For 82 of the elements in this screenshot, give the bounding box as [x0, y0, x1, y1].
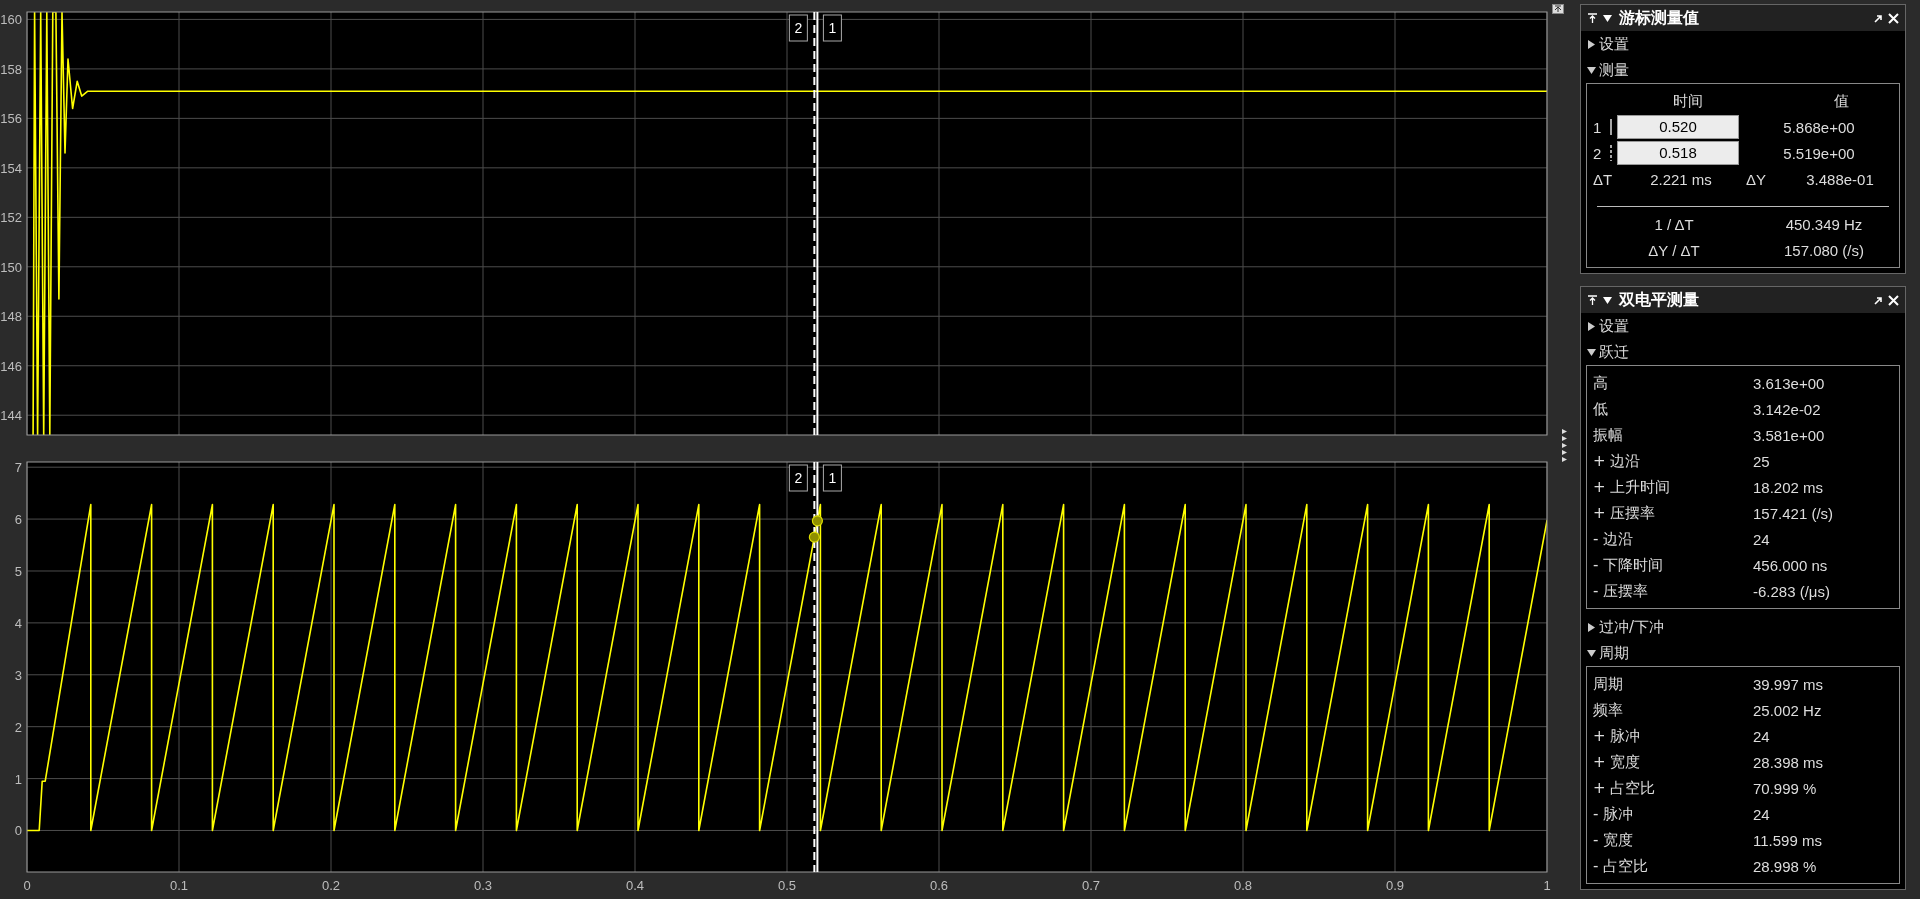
- tick-label: 0: [23, 878, 31, 893]
- tick-label: 0.2: [321, 878, 341, 893]
- tick-label: 5: [14, 564, 22, 579]
- measurement-value: 25.002 Hz: [1753, 701, 1823, 719]
- tick-label: 0.8: [1233, 878, 1253, 893]
- row-label: - 宽度: [1593, 830, 1635, 850]
- tick-label: 152: [0, 210, 22, 226]
- measurement-value: 2.221 ms: [1649, 170, 1713, 188]
- row-label: ΔY / ΔT: [1647, 241, 1701, 259]
- tick-label: 158: [0, 61, 22, 77]
- tick-label: 6: [14, 512, 22, 528]
- column-header: 值: [1832, 91, 1850, 111]
- measurement-value: 18.202 ms: [1753, 478, 1825, 496]
- tick-label: 0.1: [169, 878, 189, 893]
- tick-label: 0.9: [1385, 878, 1405, 893]
- row-label: ΔY: [1745, 170, 1767, 188]
- measurement-value: 39.997 ms: [1753, 675, 1825, 693]
- tick-label: 0.7: [1081, 878, 1101, 893]
- row-label: + 上升时间: [1593, 477, 1672, 497]
- tick-label: 0.3: [473, 878, 493, 893]
- measurement-value: 3.613e+00: [1753, 374, 1826, 392]
- row-label: 高: [1593, 373, 1609, 393]
- cursor-label: 2: [788, 14, 808, 42]
- tick-label: 150: [0, 259, 22, 275]
- tick-label: 154: [0, 160, 22, 176]
- tick-label: 0: [14, 823, 22, 839]
- measurement-value: 450.349 Hz: [1784, 215, 1864, 233]
- cursor-label: 1: [822, 464, 842, 492]
- tick-label: 3: [14, 667, 22, 683]
- tick-label: 7: [14, 460, 22, 476]
- row-label: + 边沿: [1593, 451, 1642, 471]
- row-label: + 脉冲: [1593, 726, 1642, 746]
- row-label: 周期: [1593, 674, 1624, 694]
- measurement-value: 24: [1753, 727, 1771, 745]
- tick-label: 1: [14, 771, 22, 787]
- measurement-value: 24: [1753, 530, 1771, 548]
- tick-label: 160: [0, 12, 22, 28]
- measurement-value: 3.142e-02: [1753, 400, 1822, 418]
- measurement-value: 157.421 (/s): [1753, 504, 1835, 522]
- row-label: - 压摆率: [1593, 581, 1650, 601]
- cursor-label: 2: [788, 464, 808, 492]
- panel-title: 双电平测量: [1619, 289, 1700, 311]
- measurement-value: 28.398 ms: [1753, 753, 1825, 771]
- tick-label: 0.6: [929, 878, 949, 893]
- measurement-value: 25: [1753, 452, 1771, 470]
- row-label: - 下降时间: [1593, 555, 1665, 575]
- tick-label: 0.4: [625, 878, 645, 893]
- cursor-number: 2: [1593, 144, 1603, 162]
- tick-label: 146: [0, 358, 22, 374]
- measurement-value: 3.488e-01: [1805, 170, 1875, 188]
- tick-label: 0.5: [777, 878, 797, 893]
- row-label: 1 / ΔT: [1653, 215, 1695, 233]
- measurement-value: 456.000 ns: [1753, 556, 1829, 574]
- row-label: ΔT: [1592, 170, 1614, 188]
- measurement-value: 3.581e+00: [1753, 426, 1826, 444]
- row-label: - 脉冲: [1593, 804, 1635, 824]
- column-header: 时间: [1672, 91, 1704, 111]
- cursor-label: 1: [822, 14, 842, 42]
- tick-label: 156: [0, 111, 22, 127]
- row-label: 振幅: [1593, 425, 1624, 445]
- measurement-value: 70.999 %: [1753, 779, 1818, 797]
- tick-label: 1: [1543, 878, 1551, 893]
- measurement-value: 5.868e+00: [1782, 118, 1856, 136]
- row-label: + 压摆率: [1593, 503, 1657, 523]
- row-label: + 宽度: [1593, 752, 1642, 772]
- row-label: - 边沿: [1593, 529, 1635, 549]
- row-label: 低: [1593, 399, 1609, 419]
- measurement-value: 11.599 ms: [1753, 831, 1823, 849]
- row-label: - 占空比: [1593, 856, 1650, 876]
- measurement-value: 5.519e+00: [1782, 144, 1856, 162]
- measurement-value: 157.080 (/s): [1782, 241, 1865, 259]
- cursor-number: 1: [1593, 118, 1603, 136]
- panel-title: 游标测量值: [1619, 7, 1700, 29]
- row-label: + 占空比: [1593, 778, 1657, 798]
- measurement-value: -6.283 (/μs): [1753, 582, 1831, 600]
- measurement-value: 28.998 %: [1753, 857, 1818, 875]
- tick-label: 148: [0, 309, 22, 325]
- measurement-value: 24: [1753, 805, 1771, 823]
- tick-label: 144: [0, 408, 22, 424]
- tick-label: 2: [14, 719, 22, 735]
- row-label: 频率: [1593, 700, 1624, 720]
- tick-label: 4: [14, 615, 22, 631]
